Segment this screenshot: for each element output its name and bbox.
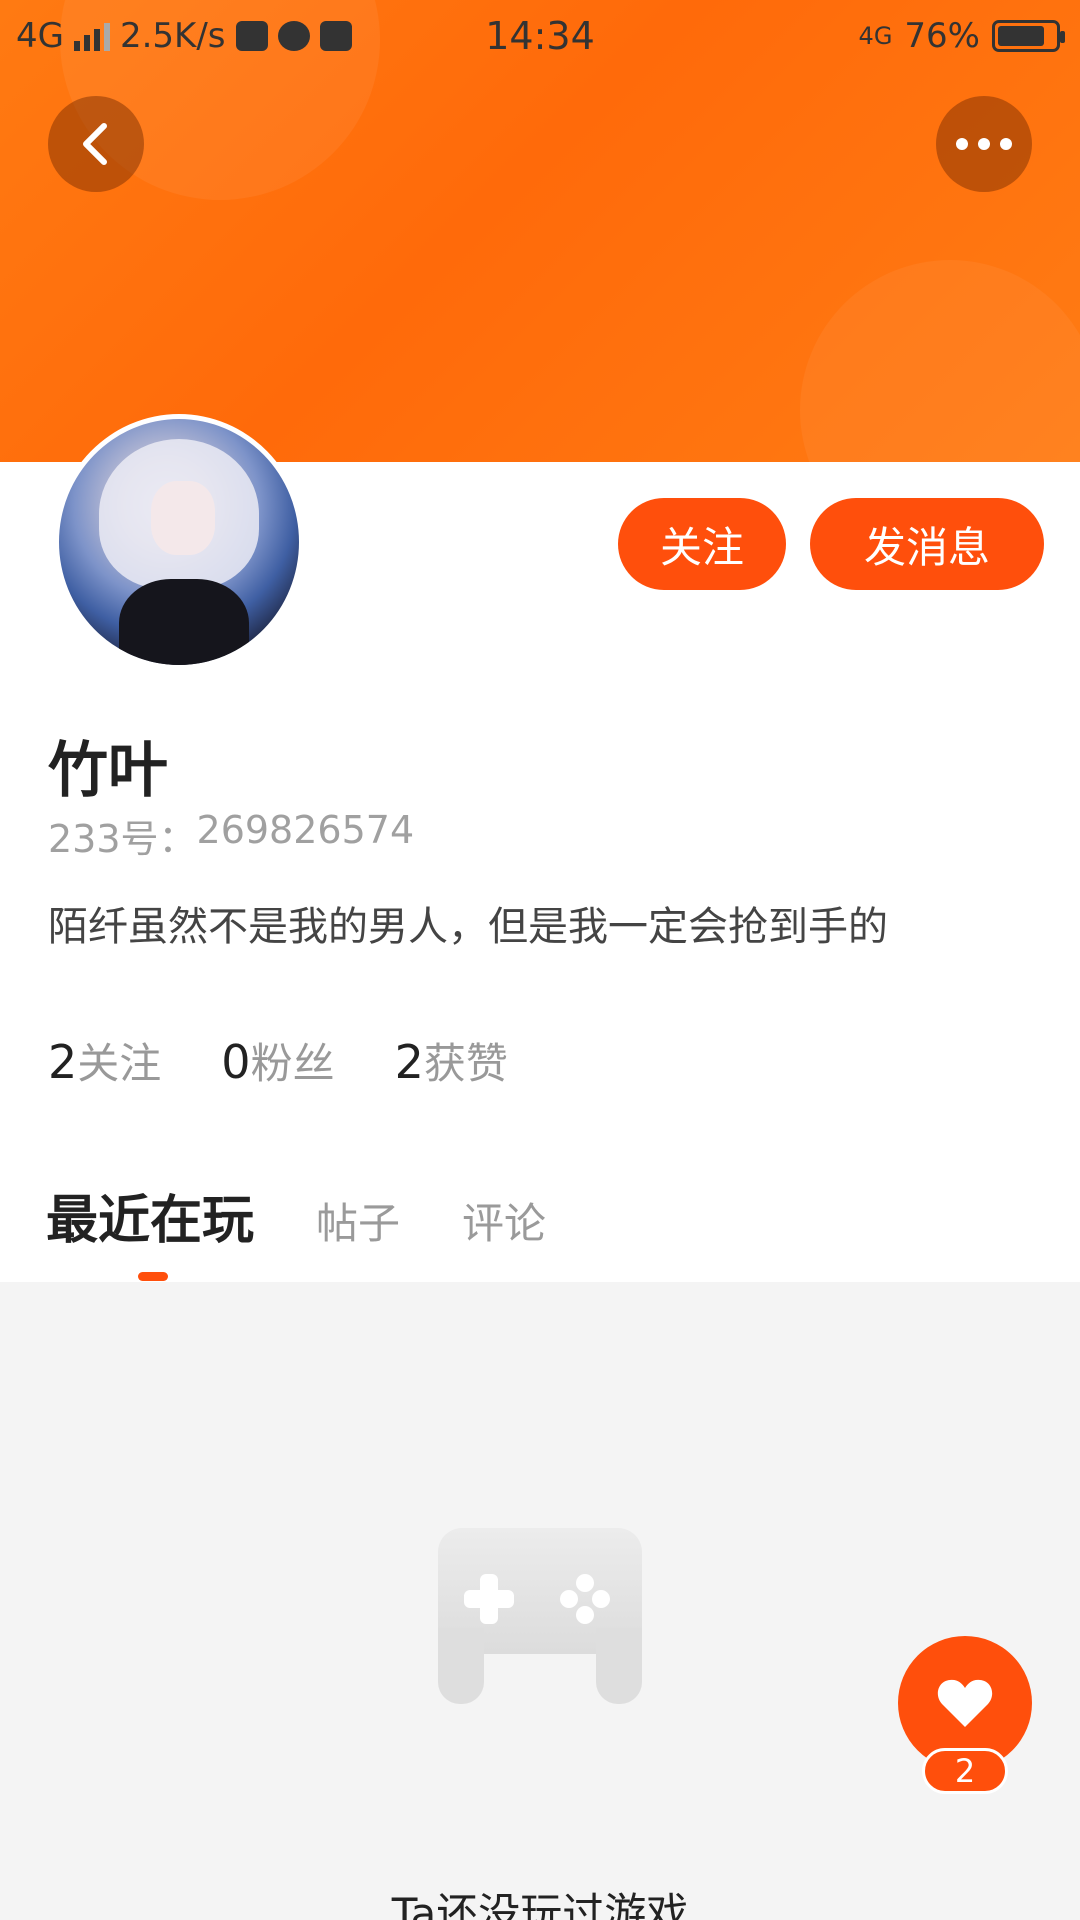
- battery-percent: 76%: [904, 16, 980, 56]
- tab-posts[interactable]: 帖子: [316, 1190, 400, 1251]
- header-decoration: [800, 260, 1080, 462]
- user-id-value: 269826574: [196, 808, 415, 852]
- chevron-left-icon: [83, 123, 107, 165]
- back-button[interactable]: [48, 96, 144, 192]
- like-count-badge: 2: [922, 1748, 1008, 1794]
- stat-value: 0: [221, 1035, 251, 1089]
- status-right: 4G 76%: [858, 16, 1065, 56]
- more-dots-icon: [956, 138, 1012, 150]
- stat-followers[interactable]: 0 粉丝: [221, 1030, 334, 1091]
- avatar[interactable]: [54, 414, 304, 670]
- network-type-right: 4G: [858, 22, 893, 50]
- stat-label: 粉丝: [250, 1039, 335, 1088]
- empty-state-text: Ta还没玩过游戏: [391, 1889, 689, 1920]
- user-id-label: 233号：: [48, 817, 197, 861]
- tab-active-indicator: [138, 1272, 168, 1281]
- follow-button[interactable]: 关注: [618, 498, 786, 590]
- stat-likes[interactable]: 2 获赞: [395, 1030, 508, 1091]
- stat-following[interactable]: 2 关注: [48, 1030, 161, 1091]
- username: 竹叶: [48, 736, 168, 806]
- stat-label: 关注: [77, 1039, 162, 1088]
- heart-icon: [937, 1679, 993, 1727]
- stat-label: 获赞: [423, 1039, 508, 1088]
- tab-recently-played[interactable]: 最近在玩: [46, 1178, 254, 1253]
- status-bar: 4G 2.5K/s 14:34 4G 76%: [0, 0, 1080, 72]
- user-id: 233号： 269826574: [48, 808, 414, 863]
- profile-tabs: 最近在玩 帖子 评论: [46, 1178, 608, 1253]
- gamepad-icon: [438, 1528, 642, 1704]
- send-message-button[interactable]: 发消息: [810, 498, 1044, 590]
- stat-value: 2: [48, 1035, 78, 1089]
- stats-row: 2 关注 0 粉丝 2 获赞: [48, 1030, 508, 1091]
- user-bio: 陌纤虽然不是我的男人，但是我一定会抢到手的: [48, 904, 888, 950]
- battery-icon: [992, 20, 1065, 52]
- more-options-button[interactable]: [936, 96, 1032, 192]
- tab-comments[interactable]: 评论: [462, 1190, 546, 1251]
- stat-value: 2: [394, 1035, 424, 1089]
